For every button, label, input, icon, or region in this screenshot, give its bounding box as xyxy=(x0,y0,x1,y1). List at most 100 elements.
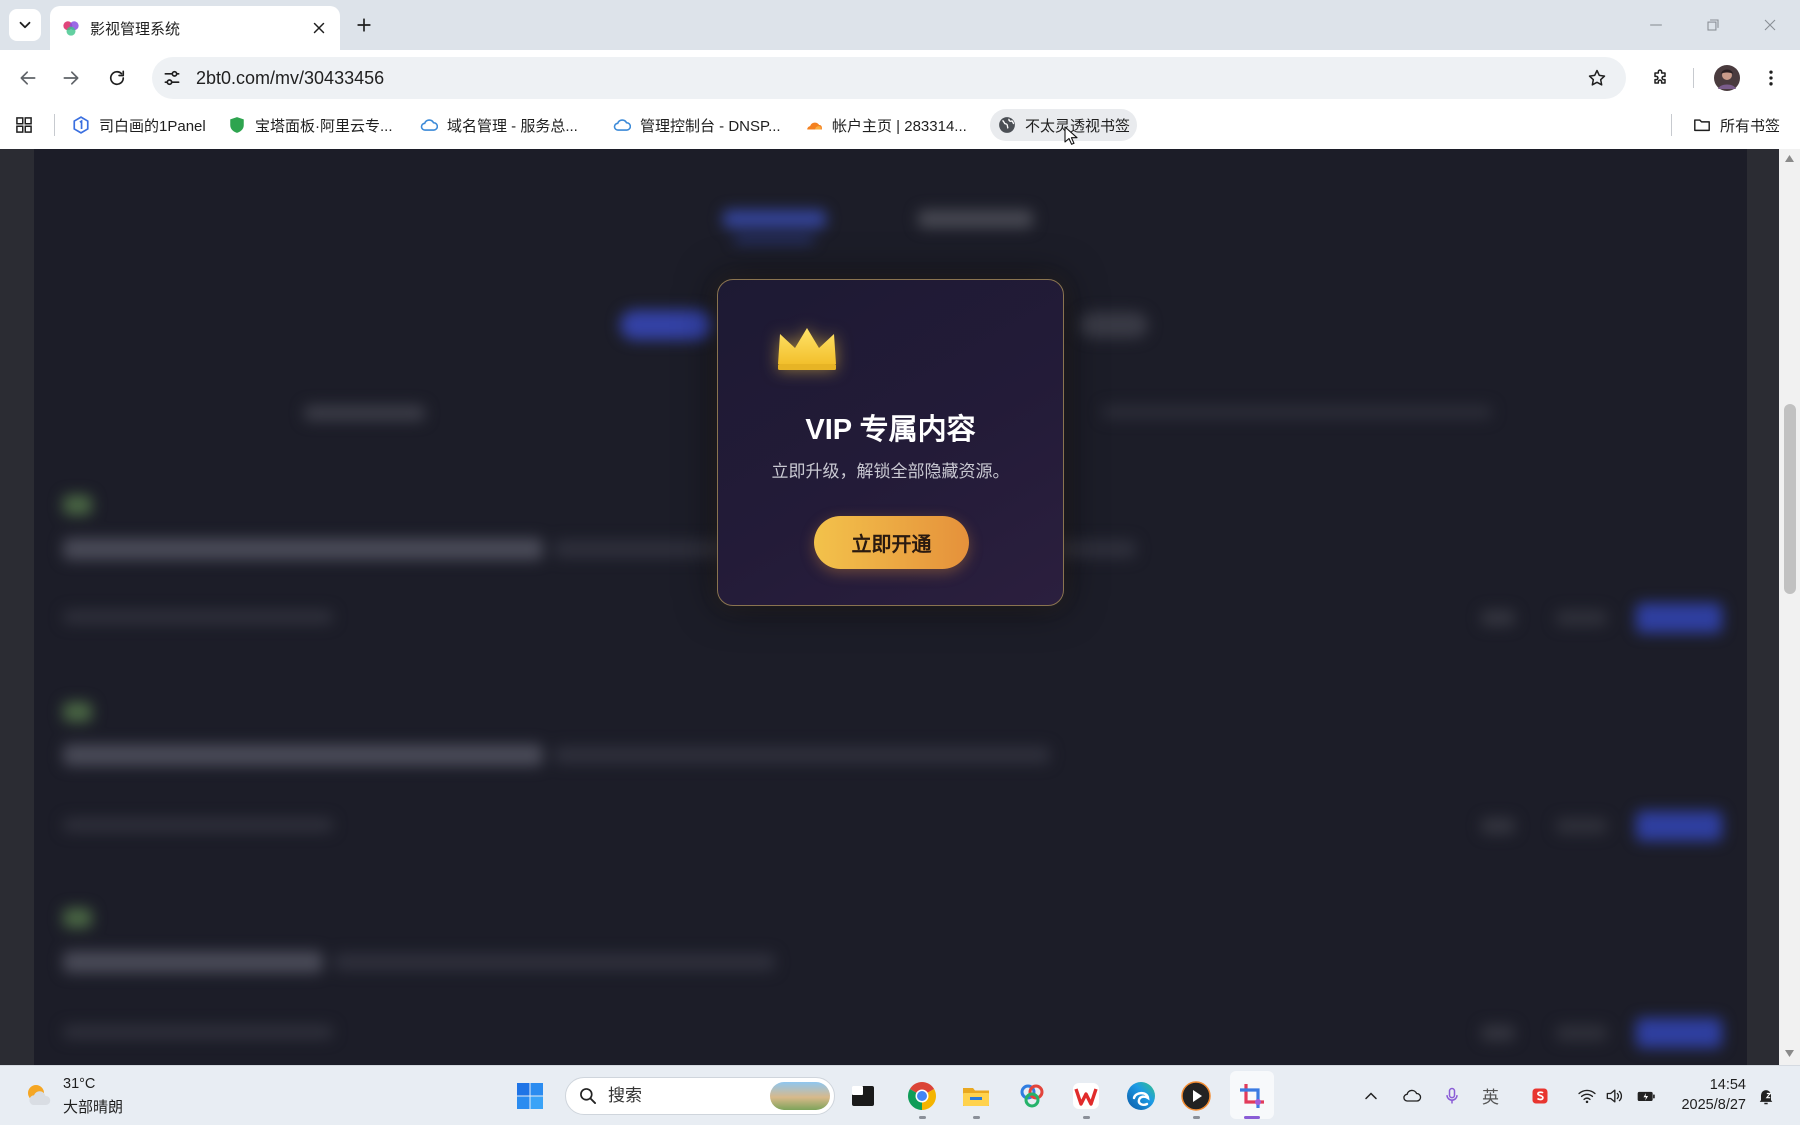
search-placeholder: 搜索 xyxy=(608,1086,642,1105)
chrome-icon xyxy=(908,1082,936,1110)
active-indicator xyxy=(1244,1116,1260,1119)
minimize-button[interactable] xyxy=(1646,15,1666,35)
reload-icon xyxy=(109,70,125,86)
taskbar-app-chrome[interactable] xyxy=(906,1080,938,1112)
folder-icon xyxy=(963,1088,989,1106)
scroll-up-icon[interactable] xyxy=(1784,154,1795,163)
blurred-nav-tab xyxy=(918,210,1033,228)
blurred-action xyxy=(1481,610,1515,626)
reload-button[interactable] xyxy=(107,68,127,88)
bookmark-star-icon[interactable] xyxy=(1587,68,1607,88)
start-button[interactable] xyxy=(516,1082,544,1110)
mouse-cursor-icon xyxy=(1064,126,1078,145)
ime-indicator[interactable]: 英 xyxy=(1482,1083,1499,1108)
running-indicator xyxy=(1083,1116,1090,1119)
restore-icon xyxy=(1707,19,1719,31)
bookmark-label: 管理控制台 - DNSP... xyxy=(640,117,781,135)
bookmark-item-baota[interactable]: 宝塔面板·阿里云专... xyxy=(228,114,393,136)
bookmark-item-account[interactable]: 帐户主页 | 283314... xyxy=(805,114,967,136)
partly-sunny-icon xyxy=(28,1085,51,1105)
scrollbar-thumb[interactable] xyxy=(1784,404,1796,594)
running-indicator xyxy=(1193,1116,1200,1119)
site-info-icon[interactable] xyxy=(162,68,182,88)
close-window-button[interactable] xyxy=(1760,15,1780,35)
clock-date: 2025/8/27 xyxy=(1681,1097,1746,1113)
more-vertical-icon xyxy=(1769,70,1773,86)
blurred-title xyxy=(63,951,323,973)
folder-icon xyxy=(1693,116,1711,134)
blurred-nav-underline xyxy=(734,237,814,243)
minimize-icon xyxy=(1650,24,1662,26)
crown-icon xyxy=(774,324,840,372)
toolbar: 2bt0.com/mv/30433456 xyxy=(0,50,1800,106)
taskbar-search-box[interactable]: 搜索 xyxy=(565,1077,835,1115)
wps-tray[interactable] xyxy=(1530,1086,1550,1106)
address-bar[interactable]: 2bt0.com/mv/30433456 xyxy=(152,57,1626,99)
activate-vip-button[interactable]: 立即开通 xyxy=(814,516,969,569)
taskbar-app-wps[interactable] xyxy=(1070,1080,1102,1112)
pinwheel-app-icon xyxy=(1020,1084,1044,1108)
weather-widget[interactable] xyxy=(24,1081,52,1109)
onedrive-tray[interactable] xyxy=(1402,1086,1422,1106)
taskbar-app-taskview[interactable] xyxy=(847,1080,879,1112)
bookmark-label: 帐户主页 | 283314... xyxy=(832,117,967,135)
taskbar-app-edge[interactable] xyxy=(1125,1080,1157,1112)
url-text[interactable]: 2bt0.com/mv/30433456 xyxy=(196,57,384,99)
battery-tray[interactable] xyxy=(1636,1086,1656,1106)
windows-logo-icon xyxy=(517,1083,543,1109)
taskbar-app-cloud[interactable] xyxy=(1016,1080,1048,1112)
extensions-button[interactable] xyxy=(1650,68,1670,88)
all-bookmarks-label: 所有书签 xyxy=(1720,117,1781,135)
cloud-icon xyxy=(613,116,631,134)
close-icon xyxy=(1764,19,1776,31)
vip-modal: VIP 专属内容 立即升级，解锁全部隐藏资源。 立即开通 xyxy=(717,279,1064,606)
taskbar-app-media-player[interactable] xyxy=(1180,1080,1212,1112)
tab-strip: 影视管理系统 xyxy=(0,0,1800,50)
apps-button[interactable] xyxy=(14,115,34,135)
arrow-left-icon xyxy=(20,71,36,85)
bookmark-item-domain[interactable]: 域名管理 - 服务总... xyxy=(420,114,578,136)
blurred-text-line xyxy=(304,405,425,421)
volume-tray[interactable] xyxy=(1604,1086,1624,1106)
bookmark-item-1panel[interactable]: 司白画的1Panel xyxy=(72,114,206,136)
show-hidden-icons-button[interactable] xyxy=(1361,1086,1381,1106)
blurred-badge xyxy=(63,908,92,928)
page-margin-left xyxy=(0,149,34,1065)
profile-avatar[interactable] xyxy=(1714,65,1740,91)
wifi-tray[interactable] xyxy=(1577,1086,1597,1106)
page-scrollbar[interactable] xyxy=(1779,149,1800,1065)
tab-close-icon[interactable] xyxy=(310,19,328,37)
tab-active[interactable]: 影视管理系统 xyxy=(50,6,340,50)
bookmark-label: 司白画的1Panel xyxy=(99,117,206,135)
scroll-down-icon[interactable] xyxy=(1784,1049,1795,1058)
bookmark-item-dnspod[interactable]: 管理控制台 - DNSP... xyxy=(613,114,781,136)
new-tab-button[interactable] xyxy=(354,15,374,35)
back-button[interactable] xyxy=(18,68,38,88)
microphone-tray[interactable] xyxy=(1442,1086,1462,1106)
blurred-title xyxy=(334,953,775,971)
wifi-icon xyxy=(1578,1089,1596,1104)
taskbar-app-explorer[interactable] xyxy=(960,1080,992,1112)
notification-button[interactable] xyxy=(1756,1086,1776,1106)
taskbar: 31°C 大部晴朗 搜索 英 14:54 2025/8/27 xyxy=(0,1065,1800,1125)
all-bookmarks-button[interactable]: 所有书签 xyxy=(1693,114,1780,136)
chevron-up-icon xyxy=(1365,1092,1377,1100)
toolbar-divider xyxy=(1693,68,1694,88)
edge-icon xyxy=(1127,1082,1155,1110)
wps-icon xyxy=(1073,1083,1099,1109)
1panel-icon xyxy=(72,116,90,134)
blurred-action xyxy=(1556,610,1607,626)
taskbar-app-snipping-tool[interactable] xyxy=(1236,1080,1268,1112)
blurred-text-line xyxy=(1102,405,1492,419)
clock[interactable]: 14:54 2025/8/27 xyxy=(1660,1075,1746,1115)
blurred-action xyxy=(1481,818,1515,834)
search-highlight-image xyxy=(770,1082,830,1110)
plus-icon xyxy=(357,18,371,32)
speaker-icon xyxy=(1606,1089,1622,1103)
restore-button[interactable] xyxy=(1703,15,1723,35)
browser-menu-button[interactable] xyxy=(1761,68,1781,88)
globe-icon xyxy=(998,116,1016,134)
forward-button[interactable] xyxy=(61,68,81,88)
tab-search-button[interactable] xyxy=(9,9,41,41)
blurred-title xyxy=(554,746,1050,764)
